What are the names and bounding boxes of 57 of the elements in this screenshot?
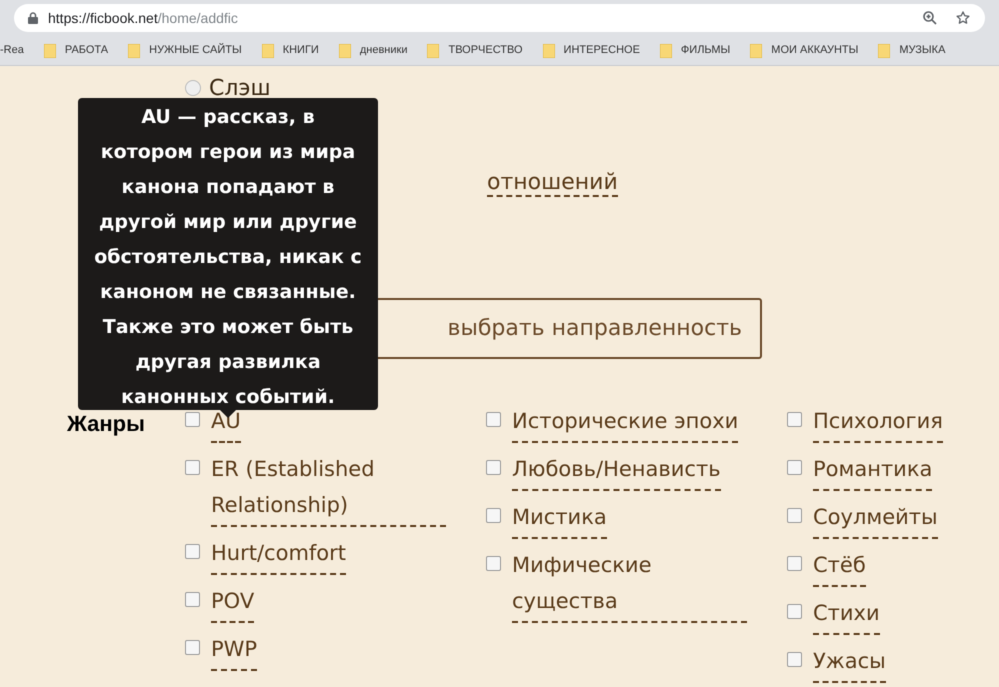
genres-label: Жанры: [67, 411, 145, 436]
folder-icon: [542, 44, 555, 58]
checkbox[interactable]: [486, 460, 501, 475]
bookmark[interactable]: ФИЛЬМЫ: [660, 42, 730, 59]
bookmark[interactable]: МУЗЫКА: [878, 42, 946, 59]
address-bar[interactable]: https://ficbook.net/home/addfic: [14, 4, 985, 32]
option-label: Слэш: [209, 74, 271, 102]
genre-link[interactable]: Соулмейты: [813, 499, 938, 539]
genre-link[interactable]: Психология: [813, 403, 943, 443]
folder-icon: [878, 44, 890, 58]
folder-icon: [660, 44, 672, 58]
checkbox[interactable]: [185, 640, 200, 655]
lock-icon: [28, 12, 38, 24]
bookmark[interactable]: КНИГИ: [262, 42, 319, 59]
folder-icon: [262, 44, 274, 58]
checkbox[interactable]: [486, 556, 501, 571]
checkbox[interactable]: [185, 544, 200, 559]
relations-link[interactable]: отношений: [487, 170, 618, 197]
checkbox[interactable]: [787, 652, 802, 667]
bookmark[interactable]: дневники: [338, 42, 408, 59]
bookmark[interactable]: -Rea: [0, 42, 24, 59]
genre-link[interactable]: Стихи: [813, 595, 880, 635]
checkbox[interactable]: [185, 412, 200, 427]
genre-link[interactable]: ER (Established Relationship): [211, 451, 446, 527]
checkbox[interactable]: [185, 592, 200, 607]
genre-link[interactable]: Ужасы: [813, 643, 886, 683]
checkbox[interactable]: [787, 460, 802, 475]
checkbox[interactable]: [787, 556, 802, 571]
genre-link[interactable]: Мистика: [512, 499, 607, 539]
bookmark[interactable]: ТВОРЧЕСТВО: [427, 42, 523, 59]
folder-icon: [44, 44, 56, 58]
url-text: https://ficbook.net/home/addfic: [48, 8, 239, 28]
genre-link[interactable]: Мифические существа: [512, 547, 747, 623]
genre-link[interactable]: Стёб: [813, 547, 866, 587]
star-icon[interactable]: [955, 10, 971, 26]
radio-button[interactable]: [185, 80, 201, 96]
bookmark[interactable]: МОИ АККАУНТЫ: [750, 42, 858, 59]
checkbox[interactable]: [185, 460, 200, 475]
zoom-icon[interactable]: [923, 11, 937, 25]
genre-link[interactable]: Hurt/comfort: [211, 535, 346, 575]
folder-icon: [427, 44, 440, 58]
genre-link[interactable]: Исторические эпохи: [512, 403, 738, 443]
bookmark[interactable]: РАБОТА: [44, 42, 108, 59]
folder-icon: [128, 44, 140, 58]
checkbox[interactable]: [486, 412, 501, 427]
checkbox[interactable]: [787, 412, 802, 427]
genre-link[interactable]: Любовь/Ненависть: [512, 451, 721, 491]
checkbox[interactable]: [787, 508, 802, 523]
folder-icon: [338, 44, 351, 58]
genre-link[interactable]: POV: [211, 583, 254, 623]
bookmark[interactable]: ИНТЕРЕСНОЕ: [542, 42, 640, 59]
checkbox[interactable]: [486, 508, 501, 523]
folder-icon: [750, 44, 762, 58]
bookmark[interactable]: НУЖНЫЕ САЙТЫ: [128, 42, 242, 59]
genre-link[interactable]: Романтика: [813, 451, 932, 491]
checkbox[interactable]: [787, 604, 802, 619]
genre-link[interactable]: PWP: [211, 631, 258, 671]
